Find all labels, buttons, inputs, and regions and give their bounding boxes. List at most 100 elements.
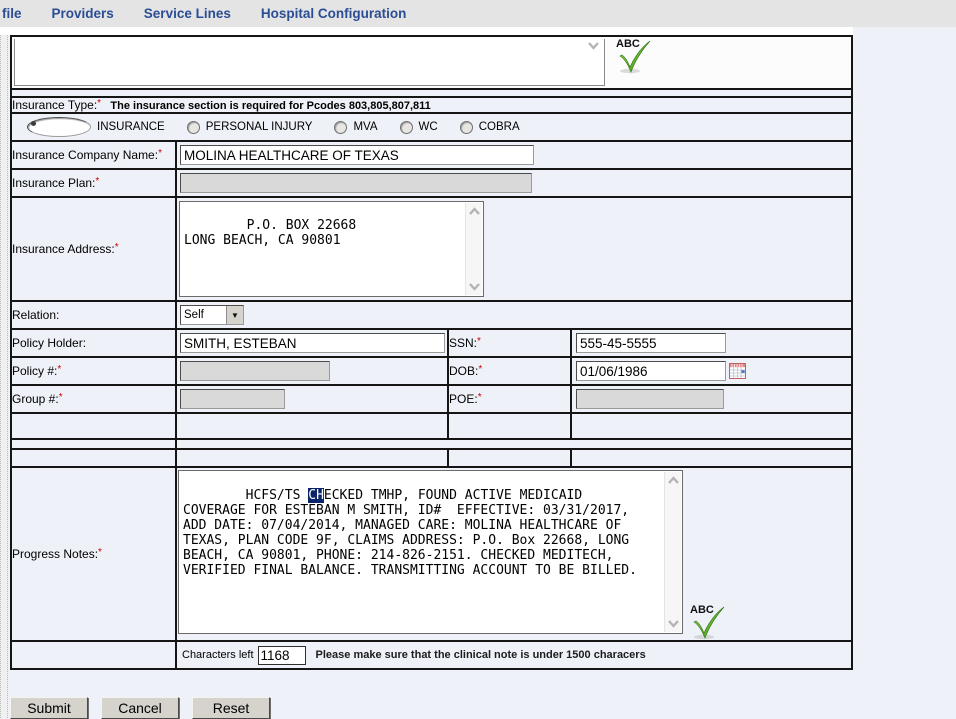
group-number-cell (176, 385, 448, 413)
address-label-text: Insurance Address: (12, 242, 115, 256)
relation-label-text: Relation: (12, 308, 59, 322)
radio-wc-label: WC (419, 121, 438, 133)
required-mark: * (98, 547, 102, 558)
address-scrollbar[interactable] (465, 203, 482, 295)
plan-label-text: Insurance Plan: (12, 176, 95, 190)
spacer-row (11, 89, 852, 97)
characters-left-label: Characters left (182, 649, 254, 661)
ssn-cell (571, 329, 852, 357)
radio-personal-injury[interactable] (187, 121, 200, 134)
radio-cobra[interactable] (460, 121, 473, 134)
menu-divider (0, 27, 853, 35)
select-dropdown-button[interactable]: ▼ (226, 306, 243, 324)
submit-button[interactable]: Submit (10, 697, 88, 719)
address-textarea[interactable]: P.O. BOX 22668 LONG BEACH, CA 90801 (179, 201, 484, 297)
company-name-label: Insurance Company Name:* (11, 141, 176, 169)
ssn-label: SSN:* (448, 329, 571, 357)
poe-input (576, 389, 724, 409)
left-gutter (0, 35, 8, 718)
notes-scrollbar[interactable] (664, 472, 681, 632)
insurance-type-options-cell: INSURANCE PERSONAL INJURY MVA WC COBRA (11, 113, 852, 141)
menu-item-hospital-configuration[interactable]: Hospital Configuration (261, 6, 407, 21)
menu-item-service-lines[interactable]: Service Lines (144, 6, 231, 21)
characters-left-input (258, 646, 306, 665)
relation-cell: Self ▼ (176, 301, 852, 329)
insurance-type-radio-group: INSURANCE PERSONAL INJURY MVA WC COBRA (12, 117, 851, 137)
insurance-type-note: The insurance section is required for Pc… (110, 100, 430, 112)
dob-input[interactable] (576, 361, 726, 381)
required-mark: * (57, 364, 61, 375)
policy-holder-label-text: Policy Holder: (12, 336, 86, 350)
policy-holder-input[interactable] (180, 333, 445, 353)
poe-label: POE:* (448, 385, 571, 413)
ssn-input[interactable] (576, 333, 726, 353)
ssn-label-text: SSN: (449, 336, 477, 350)
menu-item-file[interactable]: file (2, 6, 22, 21)
notes-text-selected: CH (308, 488, 324, 503)
calendar-icon[interactable] (729, 363, 746, 379)
relation-label: Relation: (11, 301, 176, 329)
empty-cell (448, 413, 571, 439)
plan-label: Insurance Plan:* (11, 169, 176, 197)
required-mark: * (477, 336, 481, 347)
plan-cell (176, 169, 852, 197)
address-label: Insurance Address:* (11, 197, 176, 301)
empty-cell (176, 413, 448, 439)
empty-cell (571, 413, 852, 439)
spellcheck-abc-icon[interactable]: ABC (615, 34, 653, 74)
empty-cell (176, 439, 852, 449)
scrollbar-up-icon[interactable] (468, 207, 481, 216)
scrollbar-down-icon[interactable] (667, 619, 680, 628)
characters-note: Please make sure that the clinical note … (316, 649, 646, 661)
progress-notes-label-text: Progress Notes: (12, 547, 98, 561)
policy-number-input (180, 361, 330, 381)
empty-cell (176, 449, 448, 467)
required-mark: * (59, 392, 63, 403)
policy-number-label-text: Policy #: (12, 364, 57, 378)
required-mark: * (478, 392, 482, 403)
form-actions: Submit Cancel Reset (10, 697, 956, 719)
group-number-input (180, 389, 285, 409)
company-name-label-text: Insurance Company Name: (12, 148, 158, 162)
radio-mva-label: MVA (353, 121, 377, 133)
cancel-button[interactable]: Cancel (101, 697, 179, 719)
svg-text:ABC: ABC (616, 38, 640, 50)
policy-number-cell (176, 357, 448, 385)
plan-input (180, 173, 532, 193)
empty-cell (448, 449, 571, 467)
top-textarea-cell: ABC (11, 36, 852, 89)
required-mark: * (115, 242, 119, 253)
insurance-type-header: Insurance Type:* The insurance section i… (11, 97, 852, 113)
policy-holder-cell (176, 329, 448, 357)
scrollbar-up-icon[interactable] (667, 476, 680, 485)
address-cell: P.O. BOX 22668 LONG BEACH, CA 90801 (176, 197, 852, 301)
chevron-down-icon: ▼ (231, 311, 239, 320)
poe-cell (571, 385, 852, 413)
radio-mva[interactable] (334, 121, 347, 134)
spellcheck-abc-icon[interactable]: ABC (689, 600, 727, 640)
svg-text:ABC: ABC (690, 604, 714, 616)
progress-notes-textarea[interactable]: HCFS/TS CHECKED TMHP, FOUND ACTIVE MEDIC… (178, 470, 683, 634)
top-menu-bar: file Providers Service Lines Hospital Co… (0, 0, 956, 27)
top-textarea[interactable] (14, 39, 605, 86)
dob-label-text: DOB: (449, 364, 478, 378)
scrollbar-down-icon[interactable] (468, 282, 481, 291)
dob-cell (571, 357, 852, 385)
empty-cell (11, 449, 176, 467)
policy-number-label: Policy #:* (11, 357, 176, 385)
notes-text-before: HCFS/TS (246, 488, 309, 503)
dob-label: DOB:* (448, 357, 571, 385)
progress-notes-cell: HCFS/TS CHECKED TMHP, FOUND ACTIVE MEDIC… (176, 467, 852, 641)
relation-select[interactable]: Self ▼ (180, 305, 244, 325)
radio-insurance[interactable] (27, 117, 91, 137)
empty-cell (571, 449, 852, 467)
radio-wc[interactable] (400, 121, 413, 134)
company-name-input[interactable] (180, 145, 534, 165)
scrollbar-down-icon[interactable] (587, 41, 600, 50)
empty-cell (11, 439, 176, 449)
reset-button[interactable]: Reset (192, 697, 270, 719)
relation-selected-value: Self (181, 306, 226, 324)
required-mark: * (478, 364, 482, 375)
poe-label-text: POE: (449, 392, 478, 406)
menu-item-providers[interactable]: Providers (52, 6, 114, 21)
